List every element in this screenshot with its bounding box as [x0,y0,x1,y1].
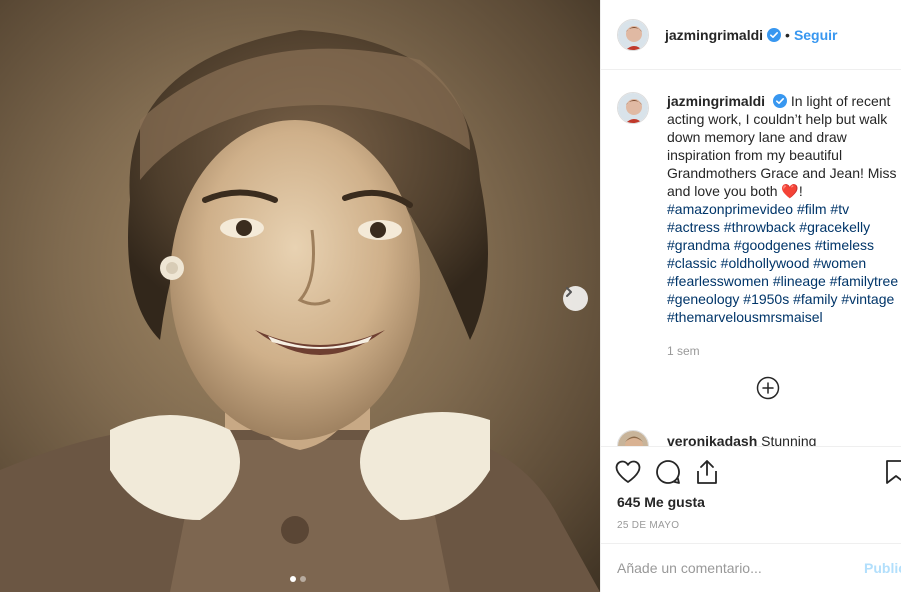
hashtag-line[interactable]: #classic #oldhollywood #women [667,254,901,272]
caption-line: down memory lane and draw [667,129,847,145]
caption: jazmingrimaldi In light of recent acting… [601,70,901,360]
avatar[interactable] [617,92,649,124]
carousel-dot [300,576,306,582]
add-comment-bar: Publicar [601,543,901,592]
caption-line: In light of recent [790,93,891,109]
heart-icon [615,460,641,483]
header-username-link[interactable]: jazmingrimaldi [665,27,763,43]
post-date[interactable]: 25 DE MAYO [617,520,679,531]
caption-text: jazmingrimaldi In light of recent acting… [667,92,901,360]
comment-item: veronikadash Stunning [617,430,816,446]
post-header: jazmingrimaldi • Seguir [601,0,901,70]
comment-input[interactable] [617,560,847,576]
plus-circle-icon[interactable] [756,376,780,400]
caption-line: inspiration from my beautiful [667,147,843,163]
carousel-next-button[interactable] [563,286,588,311]
share-icon [697,459,717,484]
verified-badge-icon [772,94,787,108]
header-separator: • [785,26,790,43]
carousel-indicator [290,576,306,582]
action-bar [601,446,901,496]
comments-section[interactable]: jazmingrimaldi In light of recent acting… [601,70,901,446]
caption-line: and love you both ❤️! [667,183,803,199]
chevron-right-icon [566,287,572,297]
caption-username-link[interactable]: jazmingrimaldi [667,93,765,109]
like-button[interactable] [615,452,655,492]
comment-bubble-icon [656,459,680,484]
hashtag-line[interactable]: #actress #throwback #gracekelly [667,218,901,236]
likes-count[interactable]: 645 Me gusta [617,494,705,510]
hashtag-line[interactable]: #fearlesswomen #lineage #familytree [667,272,901,290]
bookmark-icon[interactable] [883,459,901,485]
caption-line: acting work, I couldn’t help but walk [667,111,888,127]
publish-button[interactable]: Publicar [864,560,901,576]
avatar[interactable] [617,430,649,446]
post-side-panel: jazmingrimaldi • Seguir jazmingrimaldi I… [600,0,901,592]
comment-button[interactable] [655,452,695,492]
share-button[interactable] [695,452,735,492]
portrait-illustration [0,30,600,592]
post-photo[interactable] [0,0,600,592]
caption-line: Grandmothers Grace and Jean! Miss [667,165,897,181]
caption-timestamp[interactable]: 1 sem [667,342,901,360]
avatar[interactable] [617,18,649,51]
hashtag-line[interactable]: #grandma #goodgenes #timeless [667,236,901,254]
verified-badge-icon [767,27,782,42]
comment-username-link[interactable]: veronikadash [667,433,757,446]
comment-text: Stunning [761,433,817,446]
follow-button[interactable]: Seguir [794,27,838,43]
hashtag-line[interactable]: #amazonprimevideo #film #tv [667,200,901,218]
hashtag-line[interactable]: #geneology #1950s #family #vintage [667,290,901,308]
carousel-dot-active [290,576,296,582]
hashtag-line[interactable]: #themarvelousmrsmaisel [667,308,901,326]
